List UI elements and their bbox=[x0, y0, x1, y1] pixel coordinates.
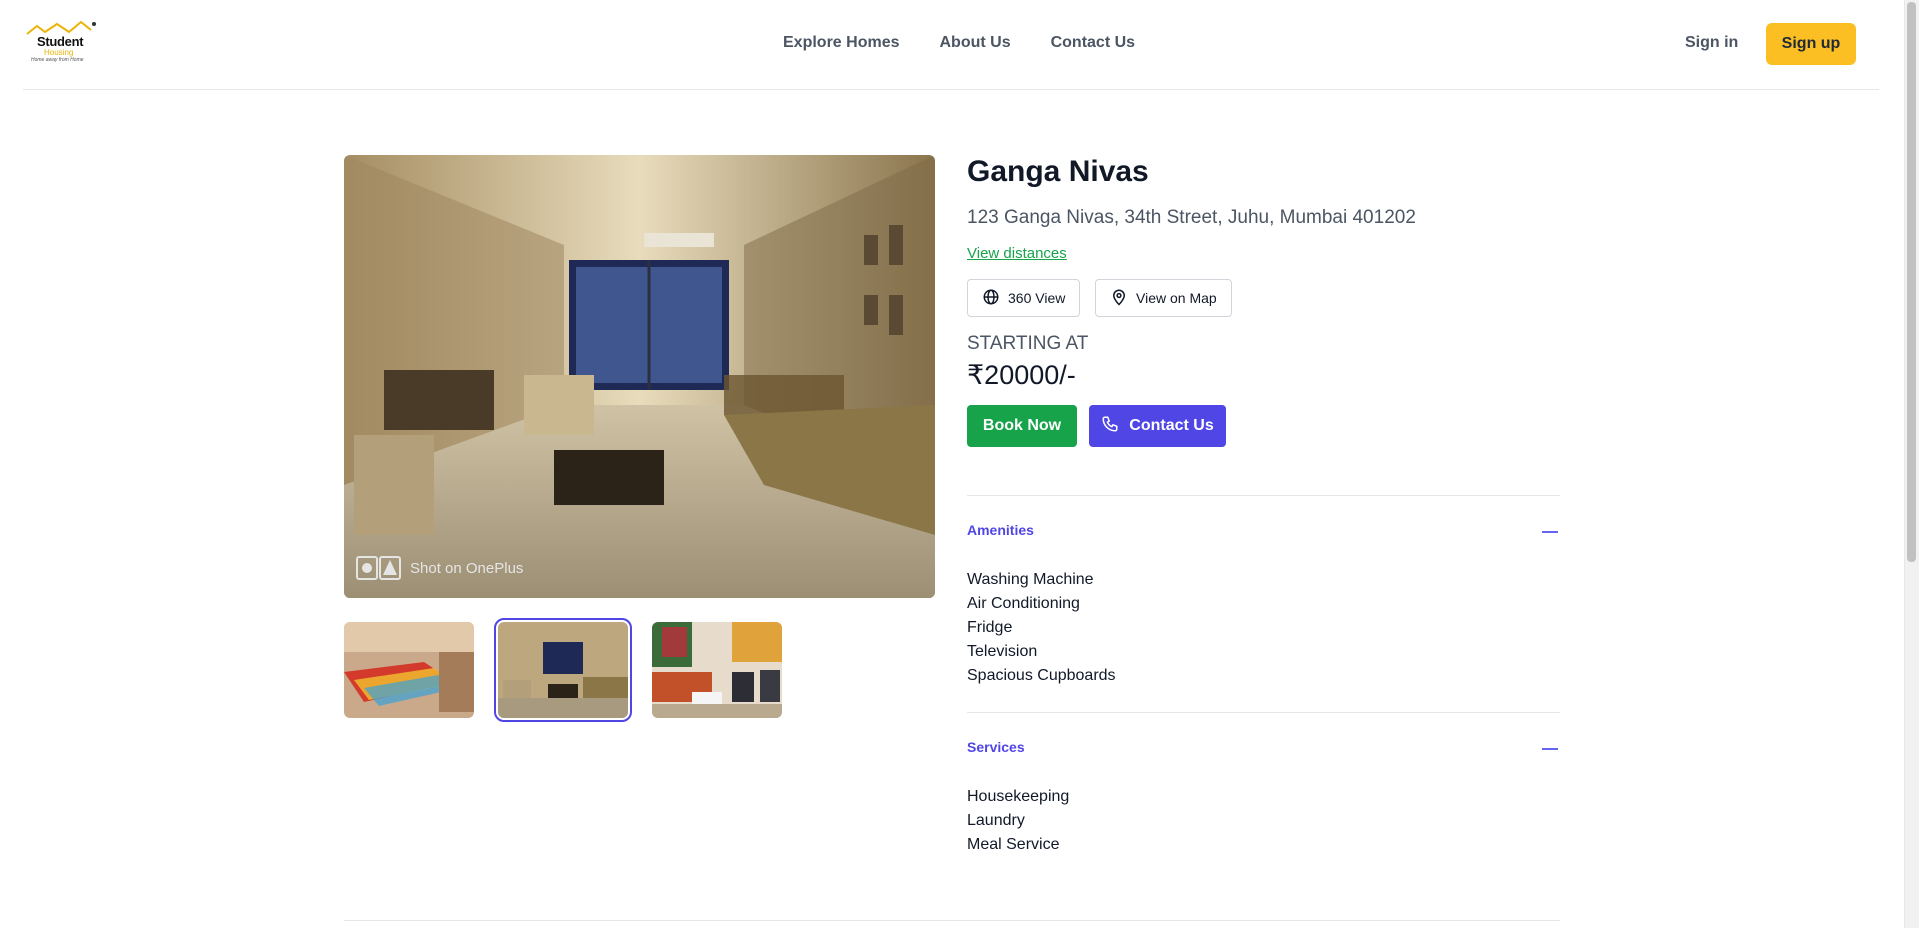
phone-icon bbox=[1101, 415, 1119, 438]
list-item: Housekeeping bbox=[967, 788, 1070, 805]
contact-us-label: Contact Us bbox=[1129, 417, 1214, 434]
logo-text-student: Student bbox=[37, 34, 84, 49]
view-distances-link[interactable]: View distances bbox=[967, 245, 1067, 262]
thumbnail-living-room[interactable] bbox=[494, 618, 632, 722]
logo-text-housing: Housing bbox=[44, 48, 74, 57]
main-nav: Explore Homes About Us Contact Us bbox=[783, 34, 1135, 52]
services-list: Housekeeping Laundry Meal Service bbox=[967, 785, 1069, 857]
services-toggle[interactable]: Services bbox=[967, 739, 1560, 763]
amenities-toggle[interactable]: Amenities bbox=[967, 522, 1560, 546]
nav-contact-us[interactable]: Contact Us bbox=[1051, 34, 1135, 52]
thumbnail-lounge[interactable] bbox=[652, 622, 782, 718]
logo-tagline: Home away from Home bbox=[31, 57, 84, 63]
services-title: Services bbox=[967, 739, 1025, 755]
divider bbox=[967, 712, 1560, 713]
divider bbox=[967, 495, 1560, 496]
page-scrollbar[interactable] bbox=[1904, 0, 1919, 928]
site-logo[interactable]: Student Housing Home away from Home bbox=[25, 20, 99, 66]
price-value: ₹20000/- bbox=[967, 360, 1076, 390]
watermark-text: Shot on OnePlus bbox=[410, 560, 523, 577]
view-360-button[interactable]: 360 View bbox=[967, 279, 1081, 317]
list-item: Fridge bbox=[967, 619, 1013, 636]
divider bbox=[344, 920, 1560, 921]
nav-about-us[interactable]: About Us bbox=[939, 34, 1010, 52]
list-item: Meal Service bbox=[967, 836, 1060, 853]
property-title: Ganga Nivas bbox=[967, 155, 1149, 188]
book-now-button[interactable]: Book Now bbox=[967, 405, 1077, 447]
contact-us-button[interactable]: Contact Us bbox=[1089, 405, 1226, 447]
view-on-map-button[interactable]: View on Map bbox=[1095, 279, 1232, 317]
list-item: Spacious Cupboards bbox=[967, 667, 1116, 684]
thumbnail-bedroom[interactable] bbox=[344, 622, 474, 718]
main-property-image: Shot on OnePlus bbox=[344, 155, 935, 598]
list-item: Television bbox=[967, 643, 1038, 660]
map-pin-icon bbox=[1110, 288, 1128, 309]
list-item: Air Conditioning bbox=[967, 595, 1080, 612]
collapse-minus-icon bbox=[1542, 748, 1558, 750]
nav-explore-homes[interactable]: Explore Homes bbox=[783, 34, 899, 52]
sign-in-link[interactable]: Sign in bbox=[1685, 34, 1738, 52]
list-item: Laundry bbox=[967, 812, 1025, 829]
property-address: 123 Ganga Nivas, 34th Street, Juhu, Mumb… bbox=[967, 207, 1416, 228]
site-header: Student Housing Home away from Home Expl… bbox=[23, 0, 1879, 90]
view-360-label: 360 View bbox=[1008, 290, 1066, 306]
sign-up-button[interactable]: Sign up bbox=[1766, 23, 1856, 65]
amenities-list: Washing Machine Air Conditioning Fridge … bbox=[967, 568, 1116, 688]
collapse-minus-icon bbox=[1542, 531, 1558, 533]
globe-icon bbox=[982, 288, 1000, 309]
starting-at-label: STARTING AT bbox=[967, 333, 1089, 354]
amenities-title: Amenities bbox=[967, 522, 1034, 538]
scrollbar-thumb[interactable] bbox=[1907, 2, 1916, 562]
list-item: Washing Machine bbox=[967, 571, 1094, 588]
view-on-map-label: View on Map bbox=[1136, 290, 1217, 306]
